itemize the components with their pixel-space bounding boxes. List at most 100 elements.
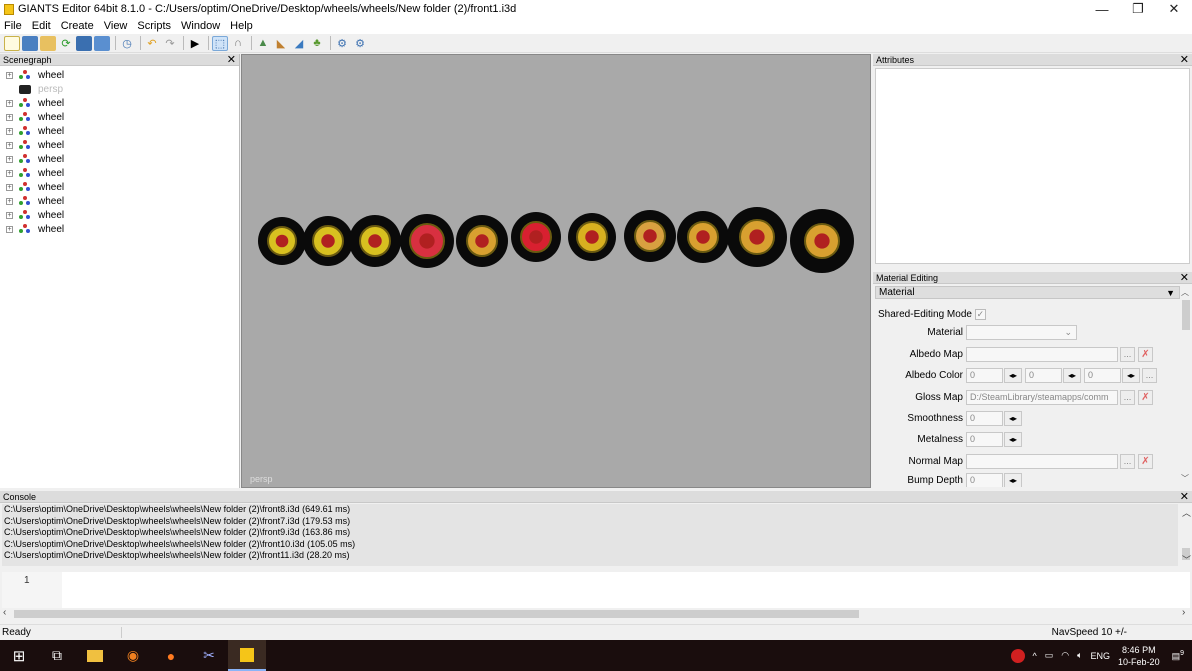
notification-icon[interactable]: ▤9: [1172, 650, 1184, 662]
menu-file[interactable]: File: [4, 20, 22, 32]
new-file-icon[interactable]: [4, 35, 20, 51]
battery-icon[interactable]: ▭: [1045, 650, 1054, 661]
wheel-model[interactable]: [677, 211, 729, 263]
history-icon[interactable]: ◷: [119, 36, 135, 51]
expand-icon[interactable]: +: [6, 127, 13, 135]
wifi-icon[interactable]: ◠: [1061, 650, 1069, 661]
undo-icon[interactable]: ↶: [144, 36, 160, 51]
wheel-model[interactable]: [568, 213, 616, 261]
material-select[interactable]: ⌄: [966, 324, 1077, 340]
clock[interactable]: 8:46 PM 10-Feb-20: [1118, 644, 1160, 668]
albedo-r-spinner-icon[interactable]: ◂▸: [1004, 367, 1022, 383]
3d-viewport[interactable]: persp: [241, 54, 871, 488]
blender-icon[interactable]: ◉: [114, 640, 152, 671]
wheel-model[interactable]: [790, 209, 854, 273]
maximize-button[interactable]: ❐: [1120, 0, 1156, 18]
wheel-model[interactable]: [727, 207, 787, 267]
menu-window[interactable]: Window: [181, 20, 220, 32]
gloss-map-browse-button[interactable]: …: [1120, 389, 1135, 405]
script-horizontal-scrollbar[interactable]: ‹ ›: [0, 607, 1192, 620]
wheel-model[interactable]: [456, 215, 508, 267]
scroll-down-icon[interactable]: ﹀: [1181, 473, 1189, 484]
console-scrollbar[interactable]: ︿ ﹀: [1180, 504, 1192, 566]
expand-icon[interactable]: +: [6, 169, 13, 177]
expand-icon[interactable]: +: [6, 211, 13, 219]
menu-create[interactable]: Create: [61, 20, 94, 32]
wheel-model[interactable]: [511, 212, 561, 262]
terrain-icon[interactable]: ▲: [255, 36, 271, 51]
script-editor[interactable]: 1: [2, 572, 1190, 608]
firefox-icon[interactable]: ●: [152, 640, 190, 671]
scenegraph-item-wheel[interactable]: + wheel: [0, 180, 239, 194]
albedo-color-picker-button[interactable]: …: [1142, 367, 1157, 383]
material-editing-close-button[interactable]: ✕: [1180, 271, 1189, 284]
wheel-model[interactable]: [258, 217, 306, 265]
smoothness-spinner-icon[interactable]: ◂▸: [1004, 410, 1022, 426]
expand-icon[interactable]: +: [6, 99, 13, 107]
wheel-model[interactable]: [349, 215, 401, 267]
menu-scripts[interactable]: Scripts: [137, 20, 171, 32]
wheel-model[interactable]: [400, 214, 454, 268]
expand-icon[interactable]: +: [6, 141, 13, 149]
scroll-down-icon[interactable]: ﹀: [1182, 553, 1191, 566]
tray-app-icon[interactable]: [1010, 648, 1025, 663]
task-view-icon[interactable]: ⧉: [38, 640, 76, 671]
scroll-right-icon[interactable]: ›: [1182, 607, 1185, 618]
material-scroll-thumb[interactable]: [1182, 300, 1190, 330]
wheel-model[interactable]: [303, 216, 353, 266]
scenegraph-item-wheel[interactable]: + wheel: [0, 166, 239, 180]
scroll-up-icon[interactable]: ︿: [1182, 506, 1191, 519]
expand-icon[interactable]: +: [6, 197, 13, 205]
albedo-b-spinner-icon[interactable]: ◂▸: [1122, 367, 1140, 383]
metalness-spinner-icon[interactable]: ◂▸: [1004, 431, 1022, 447]
console-close-button[interactable]: ✕: [1180, 490, 1189, 503]
normal-map-clear-icon[interactable]: ✗: [1138, 453, 1153, 469]
scroll-left-icon[interactable]: ‹: [3, 607, 6, 618]
language-indicator[interactable]: ENG: [1091, 651, 1111, 661]
normal-map-browse-button[interactable]: …: [1120, 453, 1135, 469]
volume-icon[interactable]: 🔈︎: [1077, 650, 1082, 661]
expand-icon[interactable]: +: [6, 71, 13, 79]
albedo-map-field[interactable]: [966, 346, 1118, 362]
wheel-model[interactable]: [624, 210, 676, 262]
scenegraph-item-wheel[interactable]: + wheel: [0, 68, 239, 82]
gloss-map-field[interactable]: D:/SteamLibrary/steamapps/comm: [966, 389, 1118, 405]
magnet-icon[interactable]: ∩: [230, 36, 246, 51]
minimize-button[interactable]: —: [1084, 0, 1120, 18]
albedo-map-clear-icon[interactable]: ✗: [1138, 346, 1153, 362]
select-tool-icon[interactable]: ⬚: [212, 35, 228, 51]
albedo-color-g-field[interactable]: 0: [1025, 367, 1062, 383]
windows-start-icon[interactable]: ⊞: [0, 640, 38, 671]
menu-edit[interactable]: Edit: [32, 20, 51, 32]
export-icon[interactable]: [94, 35, 110, 51]
shared-editing-checkbox[interactable]: ✓: [974, 308, 986, 320]
settings-gear-icon[interactable]: ⚙: [334, 36, 350, 51]
snipping-tool-icon[interactable]: ✂: [190, 640, 228, 671]
file-explorer-icon[interactable]: [76, 640, 114, 671]
menu-view[interactable]: View: [104, 20, 128, 32]
albedo-g-spinner-icon[interactable]: ◂▸: [1063, 367, 1081, 383]
scenegraph-item-wheel[interactable]: + wheel: [0, 138, 239, 152]
scenegraph-item-wheel[interactable]: + wheel: [0, 152, 239, 166]
save-icon[interactable]: [76, 35, 92, 51]
redo-icon[interactable]: ↷: [162, 36, 178, 51]
scroll-up-icon[interactable]: ︿: [1181, 287, 1189, 298]
bump-depth-field[interactable]: 0: [966, 473, 1003, 487]
albedo-color-r-field[interactable]: 0: [966, 367, 1003, 383]
play-icon[interactable]: ▶: [187, 36, 203, 51]
tree-icon[interactable]: ♣: [309, 36, 325, 51]
expand-icon[interactable]: +: [6, 225, 13, 233]
scenegraph-item-camera[interactable]: persp: [0, 82, 239, 96]
albedo-map-browse-button[interactable]: …: [1120, 346, 1135, 362]
horizontal-scroll-thumb[interactable]: [14, 610, 859, 618]
giants-editor-taskbar-icon[interactable]: [228, 640, 266, 671]
scenegraph-item-wheel[interactable]: + wheel: [0, 222, 239, 236]
close-button[interactable]: ✕: [1156, 0, 1192, 18]
normal-map-field[interactable]: [966, 453, 1118, 469]
attributes-close-button[interactable]: ✕: [1180, 53, 1189, 66]
expand-icon[interactable]: +: [6, 155, 13, 163]
tray-chevron-up-icon[interactable]: ^: [1033, 651, 1037, 661]
scenegraph-item-wheel[interactable]: + wheel: [0, 110, 239, 124]
paint-terrain-icon[interactable]: ◣: [273, 36, 289, 51]
scenegraph-item-wheel[interactable]: + wheel: [0, 208, 239, 222]
